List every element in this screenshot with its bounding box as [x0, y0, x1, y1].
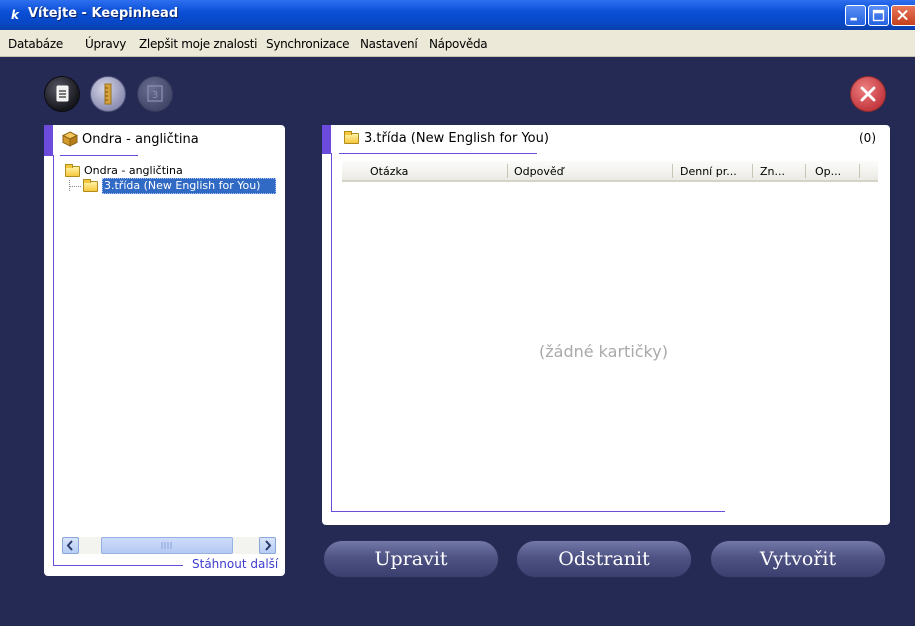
- right-panel-title: 3.třída (New English for You): [364, 131, 549, 146]
- column-knowledge[interactable]: Zn...: [760, 165, 785, 178]
- title-bar: k Vítejte - Keepinhead: [0, 0, 915, 30]
- left-panel-border: [53, 155, 54, 565]
- horizontal-scrollbar[interactable]: [62, 537, 276, 554]
- create-button[interactable]: Vytvořit: [710, 540, 886, 578]
- tree-child-item[interactable]: 3.třída (New English for You): [104, 179, 260, 192]
- column-separator[interactable]: [752, 164, 753, 178]
- download-more-link[interactable]: Stáhnout další: [192, 557, 278, 571]
- left-title-underline: [60, 155, 138, 156]
- cards-table-header: Otázka Odpověď Denní pr... Zn... Op...: [342, 161, 878, 182]
- app-icon: k: [11, 8, 19, 22]
- svg-text:3: 3: [152, 90, 158, 101]
- create-button-label: Vytvořit: [759, 548, 837, 570]
- document-icon: [56, 85, 69, 102]
- folder-icon: [344, 131, 359, 144]
- minimize-icon: [850, 17, 857, 21]
- column-answer[interactable]: Odpověď: [514, 165, 564, 178]
- window-title: Vítejte - Keepinhead: [28, 6, 179, 21]
- menu-nastaveni[interactable]: Nastavení: [360, 37, 418, 51]
- right-panel-accent: [322, 125, 331, 154]
- arrow-right-icon: [265, 540, 272, 551]
- close-window-button[interactable]: [891, 5, 915, 26]
- right-panel-border: [331, 153, 332, 511]
- menu-bar: Databáze Úpravy Zlepšit moje znalosti Sy…: [0, 30, 915, 57]
- edit-button[interactable]: Upravit: [323, 540, 499, 578]
- empty-cards-message: (žádné kartičky): [539, 342, 668, 361]
- ruler-icon: [104, 83, 112, 105]
- column-daily[interactable]: Denní pr...: [680, 165, 737, 178]
- menu-synchronizace[interactable]: Synchronizace: [266, 37, 350, 51]
- menu-databaze[interactable]: Databáze: [8, 37, 63, 51]
- document-view-button[interactable]: [44, 76, 80, 112]
- edit-button-label: Upravit: [374, 548, 448, 570]
- grip-icon: [161, 542, 172, 549]
- database-icon: [62, 131, 78, 147]
- column-repeat[interactable]: Op...: [815, 165, 841, 178]
- right-bottom-line: [331, 511, 725, 512]
- scroll-right-button[interactable]: [259, 537, 276, 554]
- maximize-button[interactable]: [868, 5, 889, 26]
- left-panel-accent: [44, 125, 53, 156]
- calendar-view-button[interactable]: 3: [137, 76, 173, 112]
- menu-upravy[interactable]: Úpravy: [85, 37, 126, 51]
- scroll-thumb[interactable]: [101, 537, 233, 554]
- close-icon: [860, 86, 876, 102]
- maximize-icon: [872, 9, 885, 22]
- column-question[interactable]: Otázka: [370, 165, 408, 178]
- calendar-icon: 3: [147, 85, 163, 102]
- left-bottom-line: [53, 565, 183, 566]
- folder-icon: [65, 164, 80, 177]
- column-separator[interactable]: [805, 164, 806, 178]
- scroll-left-button[interactable]: [62, 537, 79, 554]
- column-separator[interactable]: [672, 164, 673, 178]
- remove-button-label: Odstranit: [558, 548, 650, 570]
- right-title-underline: [339, 153, 537, 154]
- left-panel-title: Ondra - angličtina: [82, 132, 199, 147]
- remove-button[interactable]: Odstranit: [516, 540, 692, 578]
- arrow-left-icon: [66, 540, 73, 551]
- tree-connector-h: [69, 186, 81, 187]
- close-view-button[interactable]: [850, 76, 886, 112]
- card-count: (0): [859, 131, 876, 145]
- menu-napoveda[interactable]: Nápověda: [429, 37, 488, 51]
- cards-panel: [322, 125, 890, 525]
- close-icon: [897, 9, 908, 21]
- menu-zlepsit[interactable]: Zlepšit moje znalosti: [139, 37, 257, 51]
- tree-root-item[interactable]: Ondra - angličtina: [84, 164, 183, 177]
- folder-icon: [83, 179, 98, 192]
- ruler-view-button[interactable]: [90, 76, 126, 112]
- column-separator[interactable]: [859, 164, 860, 178]
- column-separator[interactable]: [507, 164, 508, 178]
- minimize-button[interactable]: [845, 5, 866, 26]
